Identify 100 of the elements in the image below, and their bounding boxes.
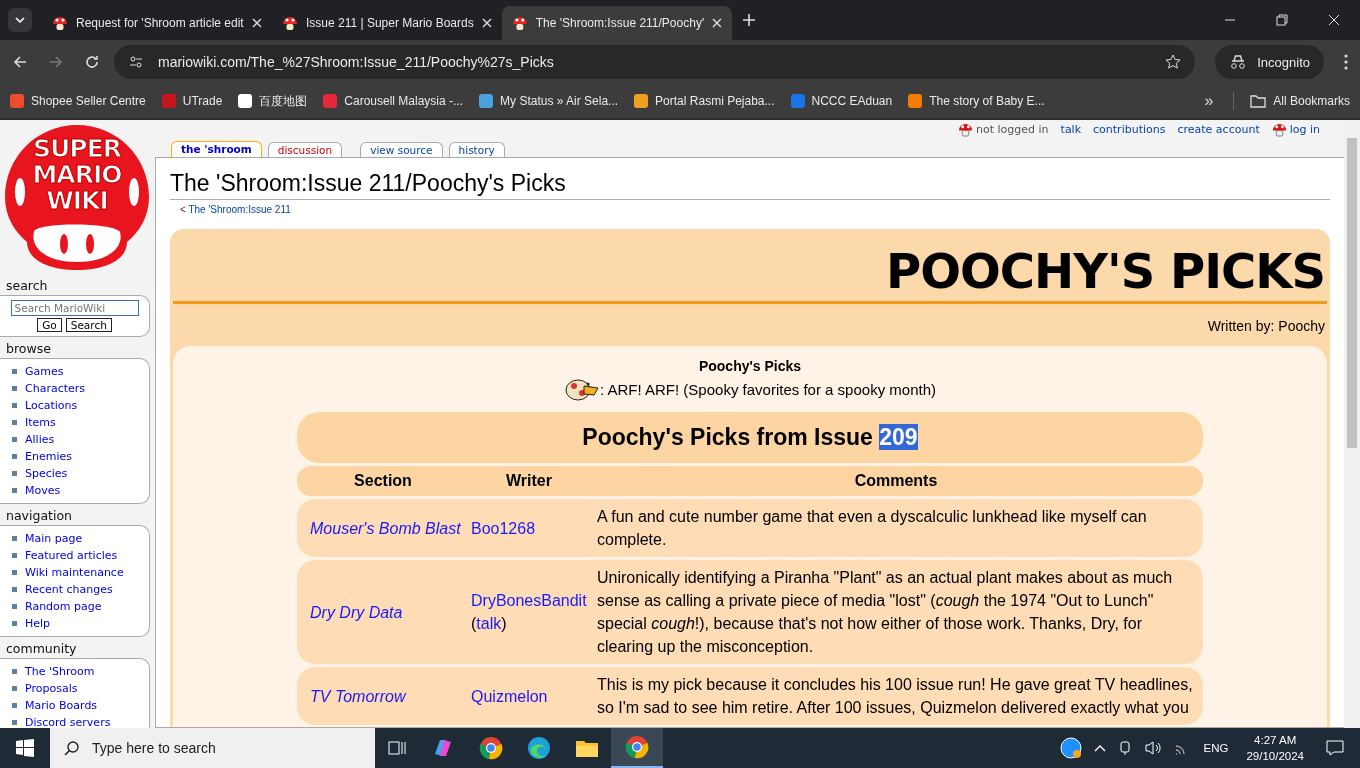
chrome-icon[interactable] bbox=[479, 736, 503, 760]
user-link[interactable]: talk bbox=[1060, 122, 1082, 136]
section-link[interactable]: Dry Dry Data bbox=[310, 603, 403, 621]
user-link[interactable]: log in bbox=[1289, 122, 1320, 136]
writer-link[interactable]: DryBonesBandit bbox=[471, 589, 591, 612]
bullet-icon bbox=[12, 720, 17, 725]
search-field[interactable]: Search MarioWiki bbox=[10, 300, 139, 316]
bullet-icon bbox=[12, 403, 17, 408]
clock-date[interactable]: 29/10/2024 bbox=[1246, 748, 1304, 764]
windows-start-icon[interactable] bbox=[16, 739, 34, 757]
restore-icon[interactable] bbox=[1276, 14, 1288, 26]
bookmark[interactable]: 百度地图 bbox=[238, 92, 308, 110]
sidebar-link[interactable]: Discord servers bbox=[25, 716, 111, 728]
sidebar-link[interactable]: Locations bbox=[25, 399, 78, 412]
comment-cell-text: This is my pick because it concludes his 100 issue run! He gave great TV headlines, so I'm sad to see him retire. After 100 issues, Quizmelon delivered exactly what you bbox=[596, 675, 1194, 718]
user-link[interactable]: create account bbox=[1177, 122, 1260, 136]
sidebar-link[interactable]: Species bbox=[25, 467, 68, 480]
tab-title: Issue 211 | Super Mario Boards bbox=[306, 16, 474, 30]
wiki-logo[interactable]: SUPER MARIO WIKI bbox=[2, 122, 152, 272]
sidebar-link[interactable]: Main page bbox=[25, 532, 83, 545]
page-tab[interactable]: the 'shroom bbox=[171, 141, 262, 157]
tab-search-button[interactable] bbox=[8, 8, 32, 32]
banner-title: POOCHY'S PICKS bbox=[885, 243, 1326, 299]
bookmark[interactable]: Shopee Seller Centre bbox=[10, 94, 146, 108]
sidebar-link[interactable]: Allies bbox=[25, 433, 55, 446]
sidebar-link[interactable]: Proposals bbox=[25, 682, 78, 695]
clock-time[interactable]: 4:27 AM bbox=[1254, 732, 1297, 748]
site-settings-icon[interactable] bbox=[128, 54, 144, 70]
bookmark[interactable]: My Status » Air Sela... bbox=[479, 94, 619, 108]
bullet-icon bbox=[12, 454, 17, 459]
sidebar-link[interactable]: Enemies bbox=[25, 450, 72, 463]
byline: Written by: Poochy bbox=[1206, 318, 1325, 334]
section-link[interactable]: TV Tomorrow bbox=[310, 687, 406, 705]
sidebar-link[interactable]: Random page bbox=[25, 600, 102, 613]
taskbar-search-field[interactable]: Type here to search bbox=[50, 728, 375, 768]
bullet-icon bbox=[12, 686, 17, 691]
bullet-icon bbox=[12, 570, 17, 575]
sidebar-link[interactable]: Mario Boards bbox=[25, 699, 98, 712]
go-button[interactable]: Go bbox=[37, 318, 62, 332]
page-tab[interactable]: discussion bbox=[267, 142, 343, 157]
bookmark[interactable]: NCCC EAduan bbox=[790, 94, 893, 108]
search-icon bbox=[64, 740, 80, 756]
section-link[interactable]: Mouser's Bomb Blast bbox=[310, 519, 461, 537]
all-bookmarks-button[interactable]: All Bookmarks bbox=[1250, 94, 1350, 108]
notifications-icon[interactable] bbox=[1326, 740, 1344, 756]
bookmark[interactable]: Carousell Malaysia -... bbox=[323, 94, 464, 108]
sidebar-link[interactable]: Recent changes bbox=[25, 583, 113, 596]
sidebar-link[interactable]: Characters bbox=[25, 382, 86, 395]
section-heading: Poochy's Picks bbox=[698, 358, 802, 374]
close-icon[interactable] bbox=[482, 18, 492, 28]
chevron-down-icon bbox=[14, 16, 26, 24]
folder-icon[interactable] bbox=[575, 738, 599, 758]
reload-icon[interactable] bbox=[84, 54, 100, 70]
language-indicator[interactable]: ENG bbox=[1203, 742, 1229, 754]
page-tab[interactable]: view source bbox=[360, 142, 443, 157]
chrome-taskbar-button[interactable] bbox=[611, 728, 663, 768]
bullet-icon bbox=[12, 604, 17, 609]
browser-tab[interactable]: The 'Shroom:Issue 211/Poochy' bbox=[502, 6, 732, 40]
chevron-up-icon[interactable] bbox=[1093, 744, 1106, 752]
incognito-icon bbox=[1229, 54, 1248, 70]
close-icon[interactable] bbox=[712, 18, 722, 28]
breadcrumb-link[interactable]: The 'Shroom:Issue 211 bbox=[188, 204, 291, 215]
new-tab-icon[interactable] bbox=[742, 13, 756, 27]
writer-link[interactable]: Boo1268 bbox=[471, 516, 591, 540]
close-icon[interactable] bbox=[1328, 14, 1340, 26]
back-icon[interactable] bbox=[12, 54, 28, 70]
sidebar-link[interactable]: The 'Shroom bbox=[25, 665, 95, 678]
bullet-icon bbox=[12, 553, 17, 558]
sidebar-link[interactable]: Wiki maintenance bbox=[25, 566, 124, 579]
address-bar[interactable]: mariowiki.com/The_%27Shroom:Issue_211/Poochy%27s_Picks bbox=[114, 45, 1196, 79]
sidebar-link[interactable]: Help bbox=[25, 617, 51, 630]
sidebar-link[interactable]: Games bbox=[25, 365, 64, 378]
bookmark[interactable]: The story of Baby E... bbox=[908, 94, 1045, 108]
bullet-icon bbox=[12, 369, 17, 374]
login-status: not logged in bbox=[976, 122, 1049, 136]
sidebar-link[interactable]: Items bbox=[25, 416, 56, 429]
bullet-icon bbox=[12, 488, 17, 493]
search-button[interactable]: Search bbox=[65, 318, 112, 332]
bookmark[interactable]: Portal Rasmi Pejaba... bbox=[634, 94, 775, 108]
forward-icon[interactable] bbox=[48, 54, 64, 70]
portlet-heading: community bbox=[6, 641, 78, 656]
browser-tab[interactable]: Issue 211 | Super Mario Boards bbox=[272, 6, 502, 40]
page-tab[interactable]: history bbox=[448, 142, 505, 157]
sidebar-link[interactable]: Featured articles bbox=[25, 549, 118, 562]
star-icon[interactable] bbox=[1165, 54, 1182, 70]
browser-tab[interactable]: Request for 'Shroom article edit bbox=[42, 6, 272, 40]
mushroom-icon bbox=[52, 15, 68, 31]
user-link[interactable]: contributions bbox=[1093, 122, 1166, 136]
column-header: Section bbox=[353, 472, 413, 490]
speaker-icon[interactable] bbox=[1143, 740, 1162, 756]
writer-link[interactable]: Quizmelon bbox=[471, 684, 591, 708]
edge-icon[interactable] bbox=[527, 736, 551, 760]
sidebar-link[interactable]: Moves bbox=[25, 484, 61, 497]
task-view-icon[interactable] bbox=[387, 739, 407, 757]
incognito-button[interactable]: Incognito bbox=[1215, 45, 1324, 79]
bookmark[interactable]: UTrade bbox=[161, 94, 223, 108]
more-bookmarks-button[interactable]: » bbox=[1200, 92, 1218, 110]
menu-icon[interactable] bbox=[1344, 54, 1348, 70]
close-icon[interactable] bbox=[252, 18, 262, 28]
talk-link[interactable]: talk bbox=[476, 615, 502, 632]
